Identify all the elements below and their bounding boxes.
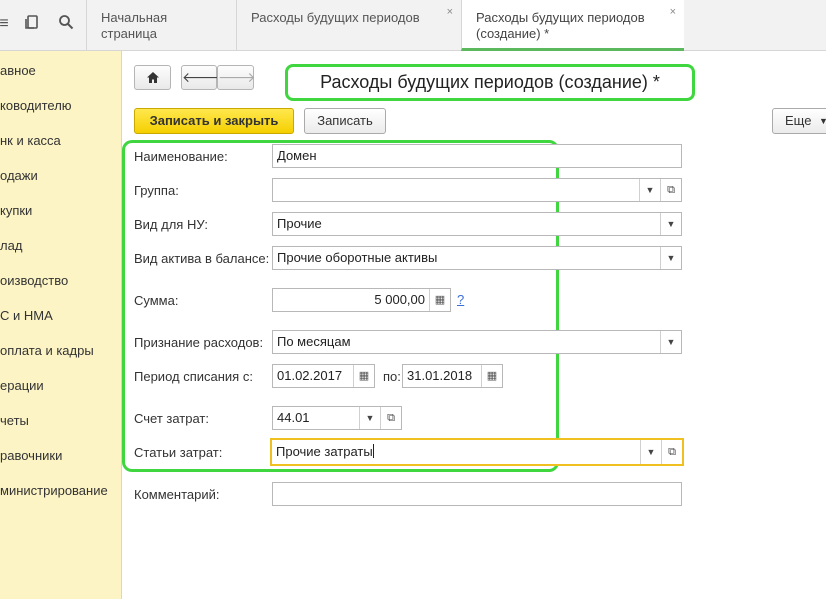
sidebar-item-production[interactable]: оизводство [0,271,68,291]
chevron-down-icon[interactable]: ▼ [660,247,681,269]
nu-type-select[interactable]: Прочие ▼ [272,212,682,236]
group-input[interactable]: ▼ ⧉ [272,178,682,202]
comment-input[interactable] [272,482,682,506]
recognition-value: По месяцам [277,334,351,349]
close-icon[interactable]: × [670,4,676,20]
chevron-down-icon[interactable]: ▼ [359,407,380,429]
calendar-icon[interactable]: ▦ [353,365,374,387]
sidebar-item-fixed-assets[interactable]: С и НМА [0,306,53,326]
recognition-label: Признание расходов: [134,335,264,350]
amount-value: 5 000,00 [374,292,425,307]
sidebar-item-administration[interactable]: министрирование [0,481,108,501]
chevron-down-icon[interactable]: ▼ [660,213,681,235]
nu-type-value: Прочие [277,216,322,231]
account-select[interactable]: 44.01 ▼ ⧉ [272,406,402,430]
save-button[interactable]: Записать [304,108,386,134]
period-to-input[interactable]: 31.01.2018 ▦ [402,364,503,388]
arrow-left-icon: 🡐 [182,69,220,85]
open-icon[interactable]: ⧉ [660,179,681,201]
chevron-down-icon: ▼ [819,116,826,126]
open-icon[interactable]: ⧉ [380,407,401,429]
chevron-down-icon[interactable]: ▼ [660,331,681,353]
sidebar: авное ководителю нк и касса одажи купки … [0,51,122,599]
sidebar-item-main[interactable]: авное [0,61,36,81]
recognition-select[interactable]: По месяцам ▼ [272,330,682,354]
more-button[interactable]: Еще ▼ [772,108,826,134]
sidebar-item-directories[interactable]: равочники [0,446,62,466]
tab-label: Начальная страница [101,10,168,41]
menu-grid-icon[interactable]: ≡ [0,14,14,34]
sidebar-item-manager[interactable]: ководителю [0,96,72,116]
comment-label: Комментарий: [134,487,220,502]
tab-label: (создание) * [476,26,550,41]
group-label: Группа: [134,183,179,198]
period-to-label: по: [383,369,401,384]
close-icon[interactable]: × [447,4,453,20]
asset-type-select[interactable]: Прочие оборотные активы ▼ [272,246,682,270]
chevron-down-icon[interactable]: ▼ [640,440,661,464]
page-title: Расходы будущих периодов (создание) * [285,64,695,101]
open-icon[interactable]: ⧉ [661,440,682,464]
name-input[interactable]: Домен [272,144,682,168]
search-icon[interactable] [56,14,76,34]
toolbar-icons: ≡ [0,0,86,51]
name-value: Домен [277,148,317,163]
tab-deferred-expenses-create[interactable]: Расходы будущих периодов (создание) * × [461,0,684,51]
save-and-close-button[interactable]: Записать и закрыть [134,108,294,134]
cost-items-value: Прочие затраты [276,440,374,464]
account-label: Счет затрат: [134,411,209,426]
text-caret [372,444,374,458]
cost-items-text: Прочие затраты [276,444,373,459]
home-button[interactable] [134,65,171,90]
tab-deferred-expenses[interactable]: Расходы будущих периодов × [236,0,461,51]
help-link[interactable]: ? [457,292,464,307]
history-icon[interactable] [22,14,42,34]
nu-type-label: Вид для НУ: [134,217,208,232]
sidebar-item-bank[interactable]: нк и касса [0,131,61,151]
amount-label: Сумма: [134,293,179,308]
tab-label: Расходы будущих периодов [476,10,645,25]
period-from-value: 01.02.2017 [277,368,343,383]
period-to-value: 31.01.2018 [407,368,473,383]
more-label: Еще [785,113,812,128]
sidebar-item-reports[interactable]: четы [0,411,29,431]
calendar-icon[interactable]: ▦ [481,365,502,387]
amount-input[interactable]: 5 000,00 ▦ [272,288,451,312]
tab-home[interactable]: Начальная страница [86,0,236,51]
forward-button[interactable]: 🡒 [217,65,256,90]
cost-items-label: Статьи затрат: [134,445,223,460]
period-from-input[interactable]: 01.02.2017 ▦ [272,364,375,388]
calculator-icon[interactable]: ▦ [429,289,450,311]
chevron-down-icon[interactable]: ▼ [639,179,660,201]
form-area: 🡐 🡒 Расходы будущих периодов (создание) … [122,51,826,599]
sidebar-item-payroll[interactable]: оплата и кадры [0,341,94,361]
sidebar-item-purchases[interactable]: купки [0,201,32,221]
back-button[interactable]: 🡐 [181,65,220,90]
account-value: 44.01 [277,410,310,425]
asset-type-value: Прочие оборотные активы [277,250,438,265]
arrow-right-icon: 🡒 [218,69,256,85]
tab-label: Расходы будущих периодов [251,10,420,25]
top-bar: ≡ Начальная страница Расходы будущих пер… [0,0,826,51]
cost-items-input[interactable]: Прочие затраты ▼ ⧉ [270,438,684,466]
sidebar-item-warehouse[interactable]: лад [0,236,22,256]
sidebar-item-sales[interactable]: одажи [0,166,38,186]
name-label: Наименование: [134,149,228,164]
home-icon [146,72,159,83]
asset-type-label: Вид актива в балансе: [134,251,270,266]
sidebar-item-operations[interactable]: ерации [0,376,44,396]
period-label: Период списания с: [134,369,253,384]
